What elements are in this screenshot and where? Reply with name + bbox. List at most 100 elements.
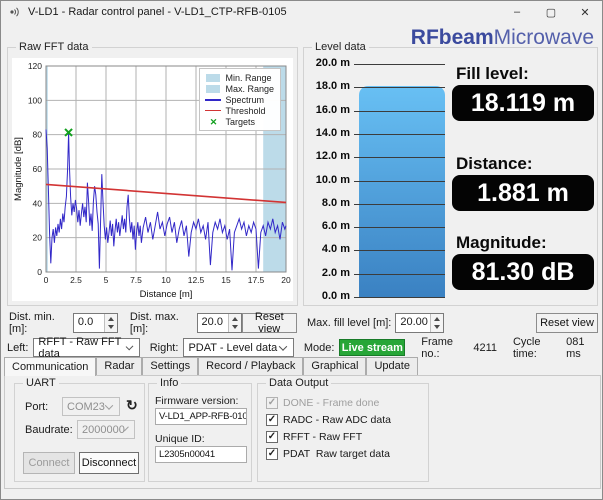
- legend-area-swatch-icon: [205, 84, 221, 93]
- spinner-arrows-icon[interactable]: [429, 314, 443, 332]
- tab-radar[interactable]: Radar: [96, 357, 143, 375]
- level-reset-view-button[interactable]: Reset view: [536, 313, 598, 333]
- legend-item: Spectrum: [205, 94, 274, 105]
- checkbox-label: PDAT Raw target data: [283, 447, 390, 460]
- legend-label: Min. Range: [225, 72, 272, 83]
- gauge-tick-line: [354, 203, 445, 205]
- svg-text:10: 10: [161, 275, 171, 285]
- data-output-group-label: Data Output: [266, 377, 332, 389]
- tab-update[interactable]: Update: [366, 357, 418, 375]
- close-button[interactable]: ✕: [568, 1, 602, 23]
- disconnect-button[interactable]: Disconnect: [79, 452, 139, 474]
- logo-rfbeam: RFbeam: [410, 26, 494, 49]
- checkbox-pdat[interactable]: ✓ PDAT Raw target data: [258, 445, 428, 462]
- svg-text:40: 40: [33, 198, 43, 208]
- legend-spectrum-line-icon: [205, 98, 222, 101]
- chevron-down-icon: [278, 341, 288, 351]
- max-fill-level-label: Max. fill level [m]:: [307, 317, 392, 329]
- data-output-list: ✓ DONE - Frame done ✓ RADC - Raw ADC data ✓ R…: [258, 394, 428, 462]
- gauge-tick-line: [354, 110, 445, 112]
- app-icon: [10, 7, 19, 17]
- tab-settings[interactable]: Settings: [142, 357, 199, 375]
- level-data-group: Level data 20.0 m 18.0 m 16.0 m 14.0 m 12.0 …: [303, 41, 598, 306]
- fft-chart[interactable]: 0 2.5 5 7.5 10 12.5 15 17.5 20 0 20 40 60 80 100 120 Dis…: [12, 58, 293, 301]
- spinner-arrows-icon[interactable]: [227, 314, 241, 332]
- gauge-tick-line: [354, 273, 445, 275]
- checkbox-icon[interactable]: ✓: [266, 430, 278, 443]
- firmware-version-field[interactable]: V-LD1_APP-RFB-0105: [155, 408, 247, 425]
- magnitude-value: 81.30 dB: [452, 254, 594, 290]
- right-display-select[interactable]: PDAT - Level data: [183, 338, 294, 357]
- uart-group-label: UART: [23, 377, 59, 389]
- gauge-tick-label: 8.0 m: [321, 196, 350, 209]
- svg-text:100: 100: [28, 95, 42, 105]
- port-label: Port:: [25, 401, 49, 413]
- fill-level-label: Fill level:: [456, 64, 529, 83]
- connect-button[interactable]: Connect: [23, 452, 75, 474]
- tab-record-playback[interactable]: Record / Playback: [198, 357, 304, 375]
- spinner-arrows-icon[interactable]: [103, 314, 117, 332]
- port-select[interactable]: COM23: [62, 397, 120, 416]
- svg-text:20: 20: [281, 275, 291, 285]
- svg-text:2.5: 2.5: [70, 275, 82, 285]
- right-select-label: Right:: [149, 341, 179, 354]
- legend-item: Max. Range: [205, 83, 274, 94]
- checkbox-icon: ✓: [266, 396, 278, 409]
- checkbox-rfft[interactable]: ✓ RFFT - Raw FFT: [258, 428, 428, 445]
- communication-tab-pane: UART Port: COM23 ↻ Baudrate: 2000000 Con…: [4, 375, 601, 489]
- legend-label: Max. Range: [225, 83, 274, 94]
- legend-area-swatch-icon: [205, 73, 221, 82]
- max-fill-level-spinner[interactable]: 20.00: [395, 313, 444, 333]
- gauge-tick-line: [354, 87, 445, 89]
- maximize-button[interactable]: ▢: [534, 1, 568, 23]
- frame-no-label: Frame no.:: [421, 335, 454, 360]
- legend-label: Threshold: [225, 105, 266, 116]
- raw-fft-group: Raw FFT data 0 2.5 5 7.5 10 12.5 15 17.5 20 0 20 40…: [7, 41, 298, 306]
- distance-label: Distance:: [456, 154, 533, 173]
- refresh-ports-icon[interactable]: ↻: [126, 398, 138, 412]
- gauge-tick-label: 6.0 m: [321, 220, 350, 233]
- gauge-tick-label: 2.0 m: [321, 266, 350, 279]
- left-select-label: Left:: [7, 341, 29, 354]
- dist-min-spinner[interactable]: 0.0: [72, 313, 118, 333]
- minimize-button[interactable]: –: [500, 1, 534, 23]
- dist-max-label: Dist. max. [m]:: [129, 311, 179, 335]
- tab-communication[interactable]: Communication: [4, 357, 97, 376]
- svg-text:60: 60: [33, 164, 43, 174]
- fft-legend: Min. Range Max. Range Spectrum Threshold ✕ Ta…: [199, 68, 281, 131]
- raw-fft-group-label: Raw FFT data: [16, 41, 92, 53]
- checkbox-label: RFFT - Raw FFT: [283, 430, 363, 443]
- gauge-tick-label: 10.0 m: [315, 173, 350, 186]
- checkbox-icon[interactable]: ✓: [266, 413, 278, 426]
- gauge-tick-label: 16.0 m: [315, 103, 350, 116]
- tab-graphical[interactable]: Graphical: [303, 357, 367, 375]
- title-bar: V-LD1 - Radar control panel - V-LD1_CTP-…: [1, 1, 602, 23]
- data-output-group: Data Output ✓ DONE - Frame done ✓ RADC - Ra…: [257, 377, 429, 482]
- fill-level-value: 18.119 m: [452, 85, 594, 121]
- checkbox-icon[interactable]: ✓: [266, 447, 278, 460]
- legend-item: Threshold: [205, 105, 274, 116]
- gauge-tick-line: [354, 227, 445, 229]
- mode-label: Mode:: [303, 341, 335, 354]
- level-bar: [359, 85, 445, 297]
- checkbox-radc[interactable]: ✓ RADC - Raw ADC data: [258, 411, 428, 428]
- gauge-tick-line: [354, 250, 445, 252]
- gauge-tick-line: [354, 157, 445, 159]
- gauge-tick-line: [354, 180, 445, 182]
- app-window: V-LD1 - Radar control panel - V-LD1_CTP-…: [0, 0, 603, 500]
- magnitude-label: Magnitude:: [456, 233, 547, 252]
- legend-label: Targets: [225, 116, 255, 127]
- checkbox-label: RADC - Raw ADC data: [283, 413, 391, 426]
- checkbox-label: DONE - Frame done: [283, 396, 380, 409]
- chevron-down-icon: [104, 400, 114, 410]
- dist-min-label: Dist. min. [m]:: [9, 311, 55, 335]
- fft-reset-view-button[interactable]: Reset view: [241, 311, 297, 335]
- legend-item: Min. Range: [205, 72, 274, 83]
- svg-text:20: 20: [33, 233, 43, 243]
- dist-max-spinner[interactable]: 20.0: [196, 313, 242, 333]
- left-display-select[interactable]: RFFT - Raw FFT data: [33, 336, 140, 360]
- svg-text:0: 0: [37, 267, 42, 277]
- gauge-tick-line: [354, 297, 445, 298]
- baudrate-select[interactable]: 2000000: [77, 420, 135, 439]
- unique-id-field[interactable]: L2305n00041: [155, 446, 247, 463]
